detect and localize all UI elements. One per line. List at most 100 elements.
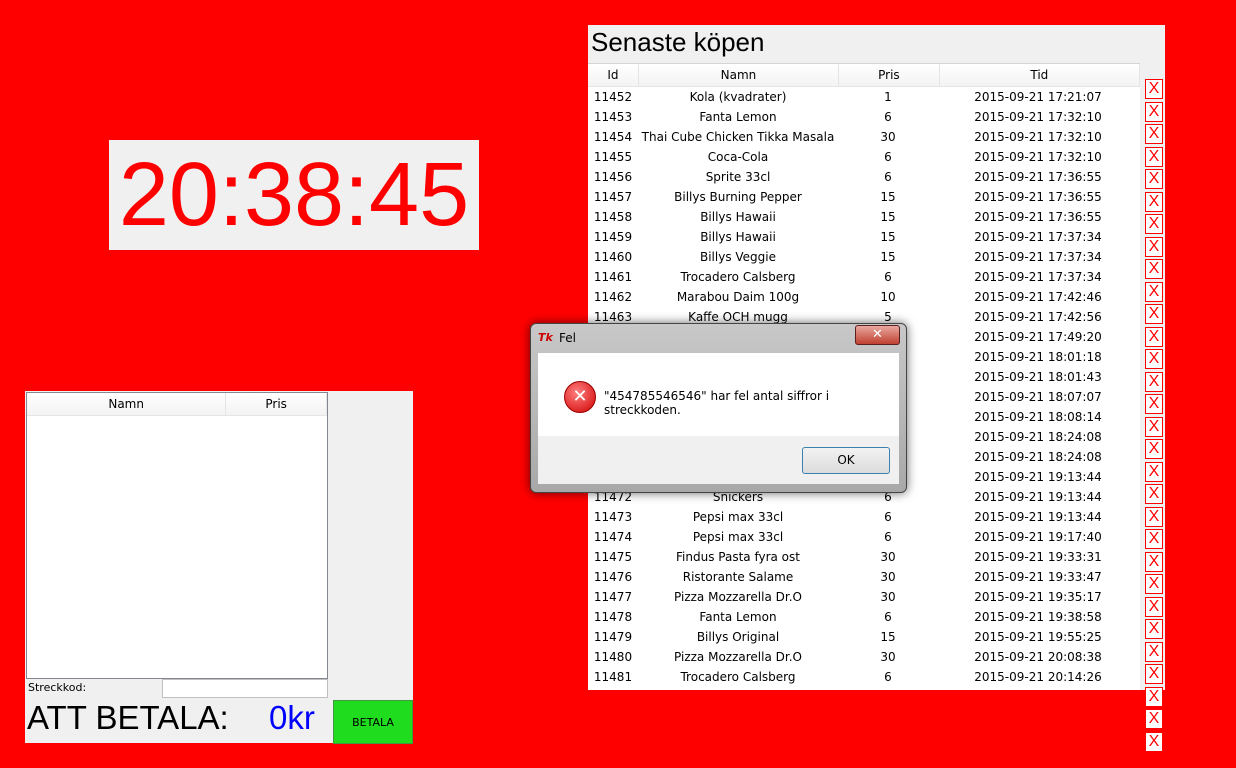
- cart-list[interactable]: Namn Pris: [26, 392, 328, 679]
- cell-name: Billys Hawaii: [700, 230, 776, 244]
- cell-name: Sprite 33cl: [705, 170, 771, 184]
- cell-time: 2015-09-21 17:36:55: [974, 170, 1102, 184]
- table-row[interactable]: 11480 Pizza Mozzarella Dr.O 30 2015-09-21 2…: [588, 647, 1140, 667]
- cell-id: 11457: [593, 190, 633, 204]
- cell-time: 2015-09-21 19:38:58: [974, 610, 1102, 624]
- table-row[interactable]: 11478 Fanta Lemon 6 2015-09-21 19:38:58: [588, 607, 1140, 627]
- delete-purchase-button[interactable]: X: [1145, 461, 1163, 482]
- cell-id: 11459: [593, 230, 633, 244]
- cell-price: 15: [880, 190, 896, 204]
- cell-name: Kola (kvadrater): [689, 90, 787, 104]
- delete-purchase-button[interactable]: X: [1145, 394, 1163, 414]
- delete-purchase-button[interactable]: X: [1145, 79, 1163, 99]
- table-row[interactable]: 11481 Trocadero Calsberg 6 2015-09-21 20:14…: [588, 667, 1140, 687]
- cell-time: 2015-09-21 17:42:56: [974, 310, 1102, 324]
- delete-purchase-button[interactable]: X: [1145, 146, 1163, 167]
- delete-purchase-button[interactable]: X: [1145, 596, 1163, 617]
- delete-purchase-button[interactable]: X: [1145, 439, 1163, 459]
- cell-name: Billys Original: [696, 630, 780, 644]
- table-row[interactable]: 11476 Ristorante Salame 30 2015-09-21 19:33…: [588, 567, 1140, 587]
- cell-id: 11452: [593, 90, 633, 104]
- delete-purchase-button[interactable]: X: [1145, 686, 1163, 707]
- table-row[interactable]: 11473 Pepsi max 33cl 6 2015-09-21 19:13:44: [588, 507, 1140, 527]
- cell-time: 2015-09-21 19:33:47: [974, 570, 1102, 584]
- cell-name: Coca-Cola: [707, 150, 769, 164]
- table-row[interactable]: 11462 Marabou Daim 100g 10 2015-09-21 17:42…: [588, 287, 1140, 307]
- cell-time: 2015-09-21 19:17:40: [974, 530, 1102, 544]
- column-header-id[interactable]: Id: [588, 64, 639, 86]
- delete-purchase-button[interactable]: X: [1145, 619, 1163, 639]
- delete-purchase-button[interactable]: X: [1145, 416, 1163, 437]
- cell-name: Pizza Mozzarella Dr.O: [674, 590, 802, 604]
- delete-purchase-button[interactable]: X: [1145, 281, 1163, 302]
- table-row[interactable]: 11479 Billys Original 15 2015-09-21 19:55:2…: [588, 627, 1140, 647]
- dialog-titlebar[interactable]: Tk Fel ✕: [531, 324, 906, 352]
- cell-name: Findus Pasta fyra ost: [676, 550, 800, 564]
- cell-time: 2015-09-21 18:24:08: [974, 450, 1102, 464]
- cell-time: 2015-09-21 19:13:44: [974, 470, 1102, 484]
- tk-app-icon: Tk: [538, 331, 553, 344]
- cell-name: Billys Burning Pepper: [674, 190, 802, 204]
- delete-purchase-button[interactable]: X: [1145, 101, 1163, 122]
- table-row[interactable]: 11474 Pepsi max 33cl 6 2015-09-21 19:17:40: [588, 527, 1140, 547]
- delete-purchase-button[interactable]: X: [1145, 236, 1163, 257]
- delete-purchase-button[interactable]: X: [1145, 709, 1163, 729]
- table-row[interactable]: 11458 Billys Hawaii 15 2015-09-21 17:36:55: [588, 207, 1140, 227]
- delete-purchase-button[interactable]: X: [1145, 664, 1163, 684]
- total-amount: 0kr: [269, 699, 315, 736]
- cell-time: 2015-09-21 17:32:10: [974, 150, 1102, 164]
- column-header-pris[interactable]: Pris: [226, 393, 327, 415]
- table-row[interactable]: 11454 Thai Cube Chicken Tikka Masala 30 201…: [588, 127, 1140, 147]
- cell-id: 11461: [593, 270, 633, 284]
- delete-purchase-button[interactable]: X: [1145, 731, 1163, 752]
- cell-id: 11474: [593, 530, 633, 544]
- delete-purchase-button[interactable]: X: [1145, 349, 1163, 369]
- column-header-tid[interactable]: Tid: [940, 64, 1140, 86]
- cell-time: 2015-09-21 18:08:14: [974, 410, 1102, 424]
- pay-button[interactable]: BETALA: [333, 700, 413, 744]
- column-header-namn[interactable]: Namn: [639, 64, 840, 86]
- table-row[interactable]: 11456 Sprite 33cl 6 2015-09-21 17:36:55: [588, 167, 1140, 187]
- table-row[interactable]: 11477 Pizza Mozzarella Dr.O 30 2015-09-21 1…: [588, 587, 1140, 607]
- table-row[interactable]: 11457 Billys Burning Pepper 15 2015-09-21 1…: [588, 187, 1140, 207]
- table-row[interactable]: 11460 Billys Veggie 15 2015-09-21 17:37:34: [588, 247, 1140, 267]
- barcode-input[interactable]: [162, 679, 328, 698]
- delete-purchase-button[interactable]: X: [1145, 214, 1163, 234]
- delete-purchase-button[interactable]: X: [1145, 551, 1163, 572]
- cell-id: 11478: [593, 610, 633, 624]
- delete-purchase-button[interactable]: X: [1145, 124, 1163, 144]
- delete-purchase-button[interactable]: X: [1145, 259, 1163, 279]
- delete-purchase-button[interactable]: X: [1145, 574, 1163, 594]
- cell-id: 11473: [593, 510, 633, 524]
- cell-id: 11456: [593, 170, 633, 184]
- column-header-pris[interactable]: Pris: [839, 64, 940, 86]
- delete-purchase-button[interactable]: X: [1145, 169, 1163, 189]
- cell-price: 1: [884, 90, 892, 104]
- cell-price: 6: [884, 610, 892, 624]
- table-row[interactable]: 11455 Coca-Cola 6 2015-09-21 17:32:10: [588, 147, 1140, 167]
- delete-purchase-button[interactable]: X: [1145, 191, 1163, 212]
- table-row[interactable]: 11459 Billys Hawaii 15 2015-09-21 17:37:34: [588, 227, 1140, 247]
- cell-price: 6: [884, 530, 892, 544]
- table-row[interactable]: 11461 Trocadero Calsberg 6 2015-09-21 17:37…: [588, 267, 1140, 287]
- close-icon[interactable]: ✕: [855, 325, 900, 345]
- column-header-namn[interactable]: Namn: [27, 393, 227, 415]
- delete-purchase-button[interactable]: X: [1145, 641, 1163, 662]
- delete-purchase-button[interactable]: X: [1145, 529, 1163, 549]
- delete-purchase-button[interactable]: X: [1145, 304, 1163, 324]
- cell-name: Trocadero Calsberg: [680, 270, 796, 284]
- cell-id: 11462: [593, 290, 633, 304]
- cell-price: 6: [884, 670, 892, 684]
- ok-button[interactable]: OK: [802, 447, 890, 474]
- table-row[interactable]: 11452 Kola (kvadrater) 1 2015-09-21 17:21:0…: [588, 87, 1140, 107]
- recent-purchases-title: Senaste köpen: [591, 27, 765, 57]
- table-row[interactable]: 11475 Findus Pasta fyra ost 30 2015-09-21 1…: [588, 547, 1140, 567]
- delete-purchase-button[interactable]: X: [1145, 371, 1163, 392]
- cell-name: Pepsi max 33cl: [692, 530, 784, 544]
- cell-time: 2015-09-21 20:08:38: [974, 650, 1102, 664]
- delete-purchase-button[interactable]: X: [1145, 506, 1163, 527]
- cell-name: Billys Veggie: [699, 250, 776, 264]
- delete-purchase-button[interactable]: X: [1145, 326, 1163, 347]
- table-row[interactable]: 11453 Fanta Lemon 6 2015-09-21 17:32:10: [588, 107, 1140, 127]
- delete-purchase-button[interactable]: X: [1145, 484, 1163, 504]
